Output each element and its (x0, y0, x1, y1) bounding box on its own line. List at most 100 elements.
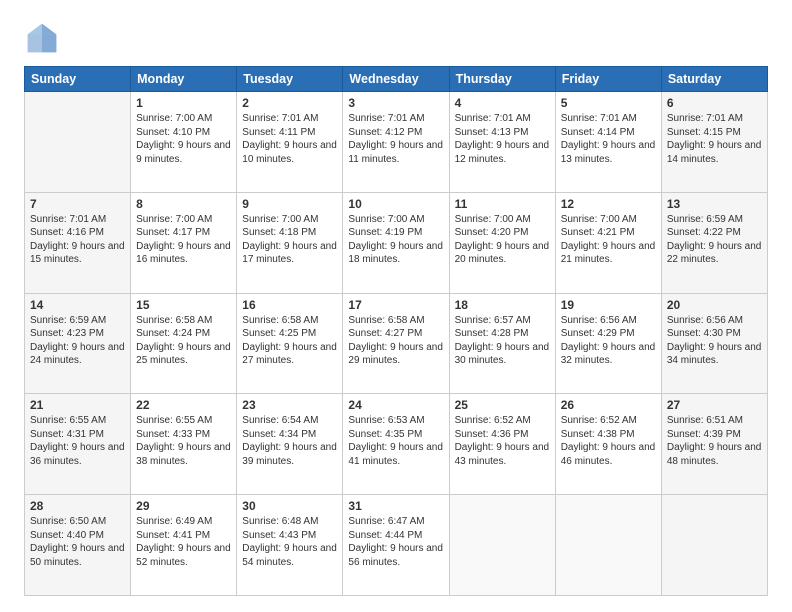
calendar-cell: 22 Sunrise: 6:55 AM Sunset: 4:33 PM Dayli… (131, 394, 237, 495)
day-info: Sunrise: 6:58 AM Sunset: 4:24 PM Dayligh… (136, 314, 231, 368)
day-number: 24 (348, 398, 443, 412)
col-saturday: Saturday (661, 67, 767, 92)
calendar-cell: 2 Sunrise: 7:01 AM Sunset: 4:11 PM Daylig… (237, 92, 343, 193)
day-number: 19 (561, 298, 656, 312)
calendar-cell: 29Sunrise: 6:49 AM Sunset: 4:41 PM Dayli… (131, 495, 237, 596)
day-number: 26 (561, 398, 656, 412)
calendar-cell: 18 Sunrise: 6:57 AM Sunset: 4:28 PM Dayli… (449, 293, 555, 394)
col-friday: Friday (555, 67, 661, 92)
day-info: Sunrise: 7:01 AM Sunset: 4:16 PM Dayligh… (30, 213, 125, 267)
day-number: 11 (455, 197, 550, 211)
day-info: Sunrise: 6:58 AM Sunset: 4:27 PM Dayligh… (348, 314, 443, 368)
calendar-cell: 8Sunrise: 7:00 AM Sunset: 4:17 PM Daylig… (131, 192, 237, 293)
day-info: Sunrise: 6:56 AM Sunset: 4:29 PM Dayligh… (561, 314, 656, 368)
calendar-cell: 3 Sunrise: 7:01 AM Sunset: 4:12 PM Daylig… (343, 92, 449, 193)
col-thursday: Thursday (449, 67, 555, 92)
page: Sunday Monday Tuesday Wednesday Thursday… (0, 0, 792, 612)
day-info: Sunrise: 7:00 AM Sunset: 4:20 PM Dayligh… (455, 213, 550, 267)
logo-icon (24, 20, 60, 56)
calendar-cell: 19 Sunrise: 6:56 AM Sunset: 4:29 PM Dayli… (555, 293, 661, 394)
calendar-cell: 27Sunrise: 6:51 AM Sunset: 4:39 PM Dayli… (661, 394, 767, 495)
day-info: Sunrise: 6:49 AM Sunset: 4:41 PM Dayligh… (136, 515, 231, 569)
day-number: 6 (667, 96, 762, 110)
calendar-cell: 5Sunrise: 7:01 AM Sunset: 4:14 PM Daylig… (555, 92, 661, 193)
day-info: Sunrise: 6:55 AM Sunset: 4:31 PM Dayligh… (30, 414, 125, 468)
calendar-cell: 30 Sunrise: 6:48 AM Sunset: 4:43 PM Dayli… (237, 495, 343, 596)
day-number: 25 (455, 398, 550, 412)
day-number: 3 (348, 96, 443, 110)
calendar-cell: 31 Sunrise: 6:47 AM Sunset: 4:44 PM Dayli… (343, 495, 449, 596)
calendar-header-row: Sunday Monday Tuesday Wednesday Thursday… (25, 67, 768, 92)
day-number: 2 (242, 96, 337, 110)
day-number: 14 (30, 298, 125, 312)
day-info: Sunrise: 7:00 AM Sunset: 4:18 PM Dayligh… (242, 213, 337, 267)
day-info: Sunrise: 6:59 AM Sunset: 4:23 PM Dayligh… (30, 314, 125, 368)
calendar-week-row: 14 Sunrise: 6:59 AM Sunset: 4:23 PM Dayli… (25, 293, 768, 394)
day-number: 4 (455, 96, 550, 110)
day-info: Sunrise: 6:57 AM Sunset: 4:28 PM Dayligh… (455, 314, 550, 368)
day-info: Sunrise: 6:56 AM Sunset: 4:30 PM Dayligh… (667, 314, 762, 368)
calendar-cell: 26 Sunrise: 6:52 AM Sunset: 4:38 PM Dayli… (555, 394, 661, 495)
day-number: 5 (561, 96, 656, 110)
calendar-week-row: 7Sunrise: 7:01 AM Sunset: 4:16 PM Daylig… (25, 192, 768, 293)
col-sunday: Sunday (25, 67, 131, 92)
day-info: Sunrise: 7:00 AM Sunset: 4:21 PM Dayligh… (561, 213, 656, 267)
day-info: Sunrise: 7:01 AM Sunset: 4:12 PM Dayligh… (348, 112, 443, 166)
calendar-week-row: 28 Sunrise: 6:50 AM Sunset: 4:40 PM Dayli… (25, 495, 768, 596)
calendar-cell: 25 Sunrise: 6:52 AM Sunset: 4:36 PM Dayli… (449, 394, 555, 495)
day-info: Sunrise: 6:54 AM Sunset: 4:34 PM Dayligh… (242, 414, 337, 468)
calendar-cell: 24 Sunrise: 6:53 AM Sunset: 4:35 PM Dayli… (343, 394, 449, 495)
day-info: Sunrise: 6:50 AM Sunset: 4:40 PM Dayligh… (30, 515, 125, 569)
day-info: Sunrise: 6:52 AM Sunset: 4:38 PM Dayligh… (561, 414, 656, 468)
day-info: Sunrise: 7:00 AM Sunset: 4:19 PM Dayligh… (348, 213, 443, 267)
logo (24, 20, 64, 56)
col-monday: Monday (131, 67, 237, 92)
calendar-week-row: 21 Sunrise: 6:55 AM Sunset: 4:31 PM Dayli… (25, 394, 768, 495)
calendar-cell: 11 Sunrise: 7:00 AM Sunset: 4:20 PM Dayli… (449, 192, 555, 293)
day-info: Sunrise: 7:01 AM Sunset: 4:13 PM Dayligh… (455, 112, 550, 166)
calendar-cell (555, 495, 661, 596)
calendar-cell: 10Sunrise: 7:00 AM Sunset: 4:19 PM Dayli… (343, 192, 449, 293)
day-number: 8 (136, 197, 231, 211)
calendar-week-row: 1 Sunrise: 7:00 AM Sunset: 4:10 PM Daylig… (25, 92, 768, 193)
day-number: 22 (136, 398, 231, 412)
calendar-cell (449, 495, 555, 596)
calendar-cell: 20Sunrise: 6:56 AM Sunset: 4:30 PM Dayli… (661, 293, 767, 394)
calendar-cell: 17 Sunrise: 6:58 AM Sunset: 4:27 PM Dayli… (343, 293, 449, 394)
calendar-cell: 7Sunrise: 7:01 AM Sunset: 4:16 PM Daylig… (25, 192, 131, 293)
calendar-cell: 12 Sunrise: 7:00 AM Sunset: 4:21 PM Dayli… (555, 192, 661, 293)
day-info: Sunrise: 7:01 AM Sunset: 4:11 PM Dayligh… (242, 112, 337, 166)
day-info: Sunrise: 6:58 AM Sunset: 4:25 PM Dayligh… (242, 314, 337, 368)
calendar-cell: 13 Sunrise: 6:59 AM Sunset: 4:22 PM Dayli… (661, 192, 767, 293)
day-number: 16 (242, 298, 337, 312)
day-info: Sunrise: 7:00 AM Sunset: 4:10 PM Dayligh… (136, 112, 231, 166)
day-info: Sunrise: 6:48 AM Sunset: 4:43 PM Dayligh… (242, 515, 337, 569)
calendar: Sunday Monday Tuesday Wednesday Thursday… (24, 66, 768, 596)
calendar-cell (661, 495, 767, 596)
calendar-cell: 21 Sunrise: 6:55 AM Sunset: 4:31 PM Dayli… (25, 394, 131, 495)
day-info: Sunrise: 6:55 AM Sunset: 4:33 PM Dayligh… (136, 414, 231, 468)
calendar-cell: 1 Sunrise: 7:00 AM Sunset: 4:10 PM Daylig… (131, 92, 237, 193)
calendar-cell (25, 92, 131, 193)
day-number: 27 (667, 398, 762, 412)
calendar-cell: 16 Sunrise: 6:58 AM Sunset: 4:25 PM Dayli… (237, 293, 343, 394)
day-number: 15 (136, 298, 231, 312)
day-number: 28 (30, 499, 125, 513)
calendar-cell: 9Sunrise: 7:00 AM Sunset: 4:18 PM Daylig… (237, 192, 343, 293)
day-number: 30 (242, 499, 337, 513)
day-number: 18 (455, 298, 550, 312)
calendar-cell: 4 Sunrise: 7:01 AM Sunset: 4:13 PM Daylig… (449, 92, 555, 193)
header (24, 20, 768, 56)
day-number: 12 (561, 197, 656, 211)
calendar-cell: 15 Sunrise: 6:58 AM Sunset: 4:24 PM Dayli… (131, 293, 237, 394)
day-info: Sunrise: 6:52 AM Sunset: 4:36 PM Dayligh… (455, 414, 550, 468)
day-number: 13 (667, 197, 762, 211)
day-number: 31 (348, 499, 443, 513)
day-number: 17 (348, 298, 443, 312)
day-number: 23 (242, 398, 337, 412)
day-info: Sunrise: 6:47 AM Sunset: 4:44 PM Dayligh… (348, 515, 443, 569)
day-info: Sunrise: 6:53 AM Sunset: 4:35 PM Dayligh… (348, 414, 443, 468)
day-info: Sunrise: 6:59 AM Sunset: 4:22 PM Dayligh… (667, 213, 762, 267)
day-number: 1 (136, 96, 231, 110)
day-number: 21 (30, 398, 125, 412)
